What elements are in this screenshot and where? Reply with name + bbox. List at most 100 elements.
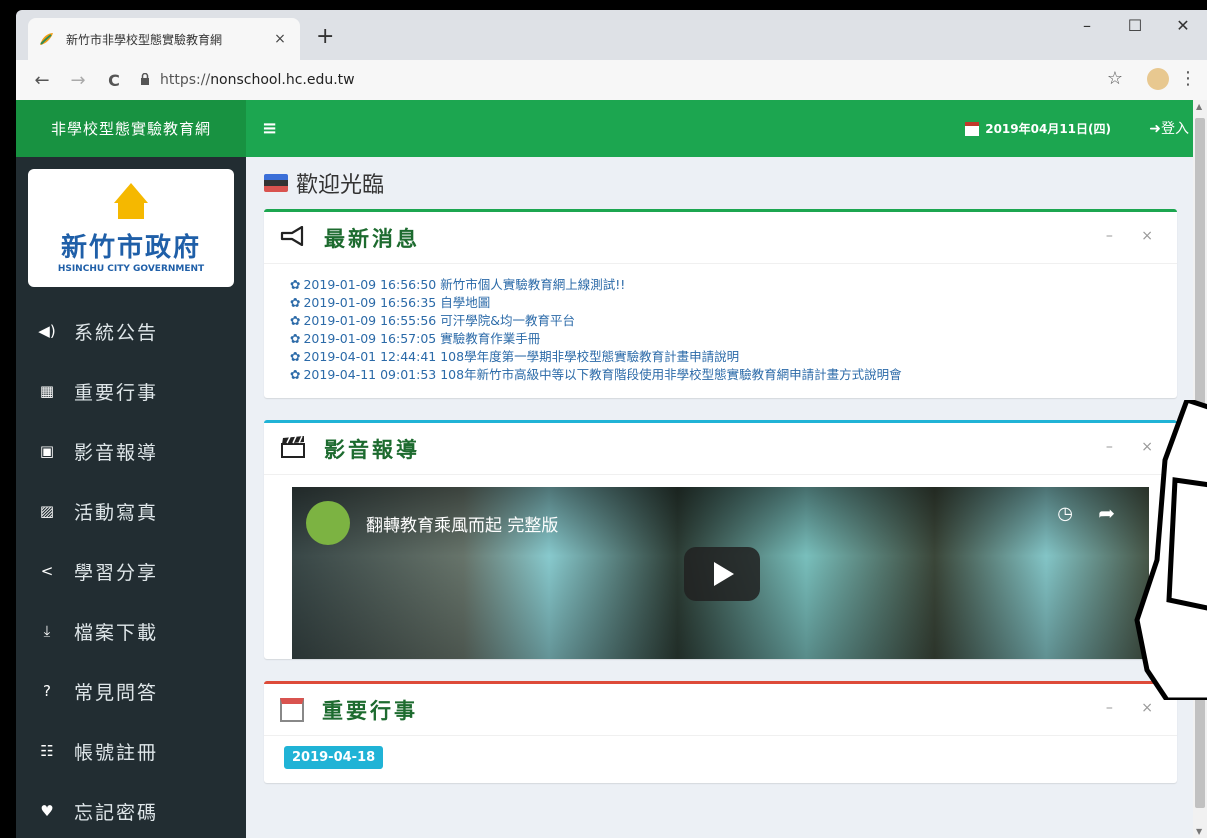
site-brand[interactable]: 非學校型態實驗教育網 bbox=[16, 100, 246, 157]
tab-close-icon[interactable]: × bbox=[270, 31, 290, 47]
browser-window: 新竹市非學校型態實驗教育網 × + – ☐ ✕ ← → C https://no… bbox=[16, 10, 1207, 838]
download-icon: ⤓ bbox=[43, 622, 51, 640]
sidebar-item-videos[interactable]: ▣ 影音報導 bbox=[16, 421, 246, 481]
sidebar-item-label: 忘記密碼 bbox=[74, 801, 159, 824]
reload-button[interactable]: C bbox=[100, 71, 128, 90]
calendar-icon bbox=[965, 121, 980, 136]
video-file-icon: ▣ bbox=[39, 442, 55, 460]
browser-menu-icon[interactable]: ⋮ bbox=[1179, 68, 1197, 89]
gear-icon: ✿ bbox=[290, 313, 301, 328]
box-tools[interactable]: – × bbox=[1106, 700, 1165, 716]
sidebar-item-register[interactable]: ☷ 帳號註冊 bbox=[16, 721, 246, 781]
video-box: 影音報導 – × 翻轉教育乘風而起 完整版 ◷ ➦ bbox=[264, 420, 1177, 659]
gear-icon: ✿ bbox=[290, 349, 301, 364]
page-viewport: 非學校型態實驗教育網 ≡ 2019年04月11日(四) ➜登入 新竹市政府 HS… bbox=[16, 100, 1207, 838]
sidebar-item-label: 帳號註冊 bbox=[74, 741, 159, 764]
profile-avatar[interactable] bbox=[1147, 68, 1169, 90]
news-item[interactable]: ✿ 2019-04-01 12:44:41 108學年度第一學期非學校型態實驗教育… bbox=[290, 348, 1151, 366]
welcome-text: 歡迎光臨 bbox=[296, 173, 385, 198]
sidebar-item-label: 活動寫真 bbox=[74, 501, 159, 524]
forward-button[interactable]: → bbox=[64, 70, 92, 91]
video-box-header: 影音報導 – × bbox=[264, 423, 1177, 475]
url-scheme: https:// bbox=[160, 72, 211, 88]
url-host: nonschool.hc.edu.tw bbox=[210, 72, 355, 88]
share-arrow-icon[interactable]: ➦ bbox=[1098, 501, 1115, 525]
clapperboard-icon bbox=[280, 435, 306, 463]
login-button[interactable]: ➜登入 bbox=[1149, 118, 1189, 138]
date-text: 2019年04月11日(四) bbox=[985, 122, 1111, 136]
sidebar-item-photos[interactable]: ▨ 活動寫真 bbox=[16, 481, 246, 541]
sidebar-item-downloads[interactable]: ⤓ 檔案下載 bbox=[16, 601, 246, 661]
calendar-icon: ▦ bbox=[39, 382, 55, 400]
gear-icon: ✿ bbox=[290, 367, 301, 382]
bookmark-star-icon[interactable]: ☆ bbox=[1107, 68, 1123, 89]
new-tab-button[interactable]: + bbox=[316, 24, 334, 49]
sidebar-toggle-icon[interactable]: ≡ bbox=[262, 118, 277, 139]
news-item[interactable]: ✿ 2019-01-09 16:56:35 自學地圖 bbox=[290, 294, 1151, 312]
scroll-down-icon[interactable]: ▼ bbox=[1196, 827, 1202, 836]
news-item[interactable]: ✿ 2019-01-09 16:55:56 可汗學院&均一教育平台 bbox=[290, 312, 1151, 330]
box-tools[interactable]: – × bbox=[1106, 228, 1165, 244]
back-button[interactable]: ← bbox=[28, 70, 56, 91]
tab-title: 新竹市非學校型態實驗教育網 bbox=[66, 32, 223, 47]
gear-icon: ✿ bbox=[290, 295, 301, 310]
watch-later-icon[interactable]: ◷ bbox=[1057, 503, 1073, 524]
sidebar-item-label: 影音報導 bbox=[74, 441, 159, 464]
city-government-logo[interactable]: 新竹市政府 HSINCHU CITY GOVERNMENT bbox=[28, 169, 234, 287]
events-box-title: 重要行事 bbox=[322, 697, 418, 723]
events-list: 2019-04-18 bbox=[264, 736, 1177, 783]
embedded-video[interactable]: 翻轉教育乘風而起 完整版 ◷ ➦ bbox=[292, 487, 1149, 659]
sidebar-item-label: 檔案下載 bbox=[74, 621, 159, 644]
picture-icon: ▨ bbox=[39, 502, 55, 520]
question-icon: ? bbox=[43, 682, 51, 700]
sidebar-item-forgot-password[interactable]: ♥ 忘記密碼 bbox=[16, 781, 246, 838]
sidebar-item-sharing[interactable]: < 學習分享 bbox=[16, 541, 246, 601]
logo-name-en: HSINCHU CITY GOVERNMENT bbox=[57, 263, 205, 274]
news-item[interactable]: ✿ 2019-04-11 09:01:53 108年新竹市高級中等以下教育階段使用… bbox=[290, 366, 1151, 384]
events-box-header: 重要行事 – × bbox=[264, 684, 1177, 736]
gear-icon: ✿ bbox=[290, 277, 301, 292]
news-box-header: 最新消息 – × bbox=[264, 212, 1177, 264]
date-display: 2019年04月11日(四) bbox=[965, 120, 1111, 137]
sidebar: 新竹市政府 HSINCHU CITY GOVERNMENT ◀) 系統公告 ▦ … bbox=[16, 157, 246, 838]
channel-avatar[interactable] bbox=[306, 501, 350, 545]
minimize-button[interactable]: – bbox=[1067, 16, 1107, 35]
lock-icon bbox=[140, 72, 150, 88]
browser-tab[interactable]: 新竹市非學校型態實驗教育網 × bbox=[28, 18, 300, 60]
sidebar-item-label: 重要行事 bbox=[74, 381, 159, 404]
volume-icon: ◀) bbox=[38, 322, 56, 340]
video-box-title: 影音報導 bbox=[324, 436, 420, 462]
video-title[interactable]: 翻轉教育乘風而起 完整版 bbox=[366, 511, 558, 536]
sidebar-item-announcements[interactable]: ◀) 系統公告 bbox=[16, 301, 246, 361]
tab-strip: 新竹市非學校型態實驗教育網 × + – ☐ ✕ bbox=[16, 10, 1207, 60]
sidebar-menu: ◀) 系統公告 ▦ 重要行事 ▣ 影音報導 ▨ 活動寫真 < 學習分享 ⤓ 檔案… bbox=[16, 301, 246, 838]
film-icon bbox=[264, 174, 288, 192]
news-item[interactable]: ✿ 2019-01-09 16:57:05 實驗教育作業手冊 bbox=[290, 330, 1151, 348]
scroll-up-icon[interactable]: ▲ bbox=[1196, 102, 1202, 111]
maximize-button[interactable]: ☐ bbox=[1115, 16, 1155, 35]
heartbeat-icon: ♥ bbox=[40, 802, 54, 820]
url-input[interactable]: https://nonschool.hc.edu.tw bbox=[140, 64, 1127, 96]
sidebar-item-label: 常見問答 bbox=[74, 681, 159, 704]
close-window-button[interactable]: ✕ bbox=[1163, 16, 1203, 35]
overlay-graphic bbox=[1134, 400, 1207, 700]
main-content: 歡迎光臨 最新消息 – × ✿ 2019-01-09 16:56:50 新竹市個人… bbox=[246, 157, 1193, 838]
sidebar-item-faq[interactable]: ? 常見問答 bbox=[16, 661, 246, 721]
page-title: 歡迎光臨 bbox=[264, 157, 1177, 209]
play-button[interactable] bbox=[684, 547, 760, 601]
share-icon: < bbox=[40, 562, 54, 580]
house-logo-icon bbox=[108, 182, 154, 219]
calendar-icon bbox=[280, 697, 304, 722]
megaphone-icon bbox=[280, 225, 306, 250]
address-bar: ← → C https://nonschool.hc.edu.tw ☆ ⋮ bbox=[16, 60, 1207, 100]
sidebar-item-label: 系統公告 bbox=[74, 321, 159, 344]
site-favicon-icon bbox=[38, 31, 54, 47]
top-navbar: 非學校型態實驗教育網 ≡ 2019年04月11日(四) ➜登入 bbox=[16, 100, 1193, 157]
sidebar-item-events[interactable]: ▦ 重要行事 bbox=[16, 361, 246, 421]
id-card-icon: ☷ bbox=[40, 742, 54, 760]
news-list: ✿ 2019-01-09 16:56:50 新竹市個人實驗教育網上線測試!! ✿ 2… bbox=[264, 264, 1177, 398]
news-box: 最新消息 – × ✿ 2019-01-09 16:56:50 新竹市個人實驗教育網… bbox=[264, 209, 1177, 398]
news-item[interactable]: ✿ 2019-01-09 16:56:50 新竹市個人實驗教育網上線測試!! bbox=[290, 276, 1151, 294]
sidebar-item-label: 學習分享 bbox=[74, 561, 159, 584]
events-box: 重要行事 – × 2019-04-18 bbox=[264, 681, 1177, 783]
